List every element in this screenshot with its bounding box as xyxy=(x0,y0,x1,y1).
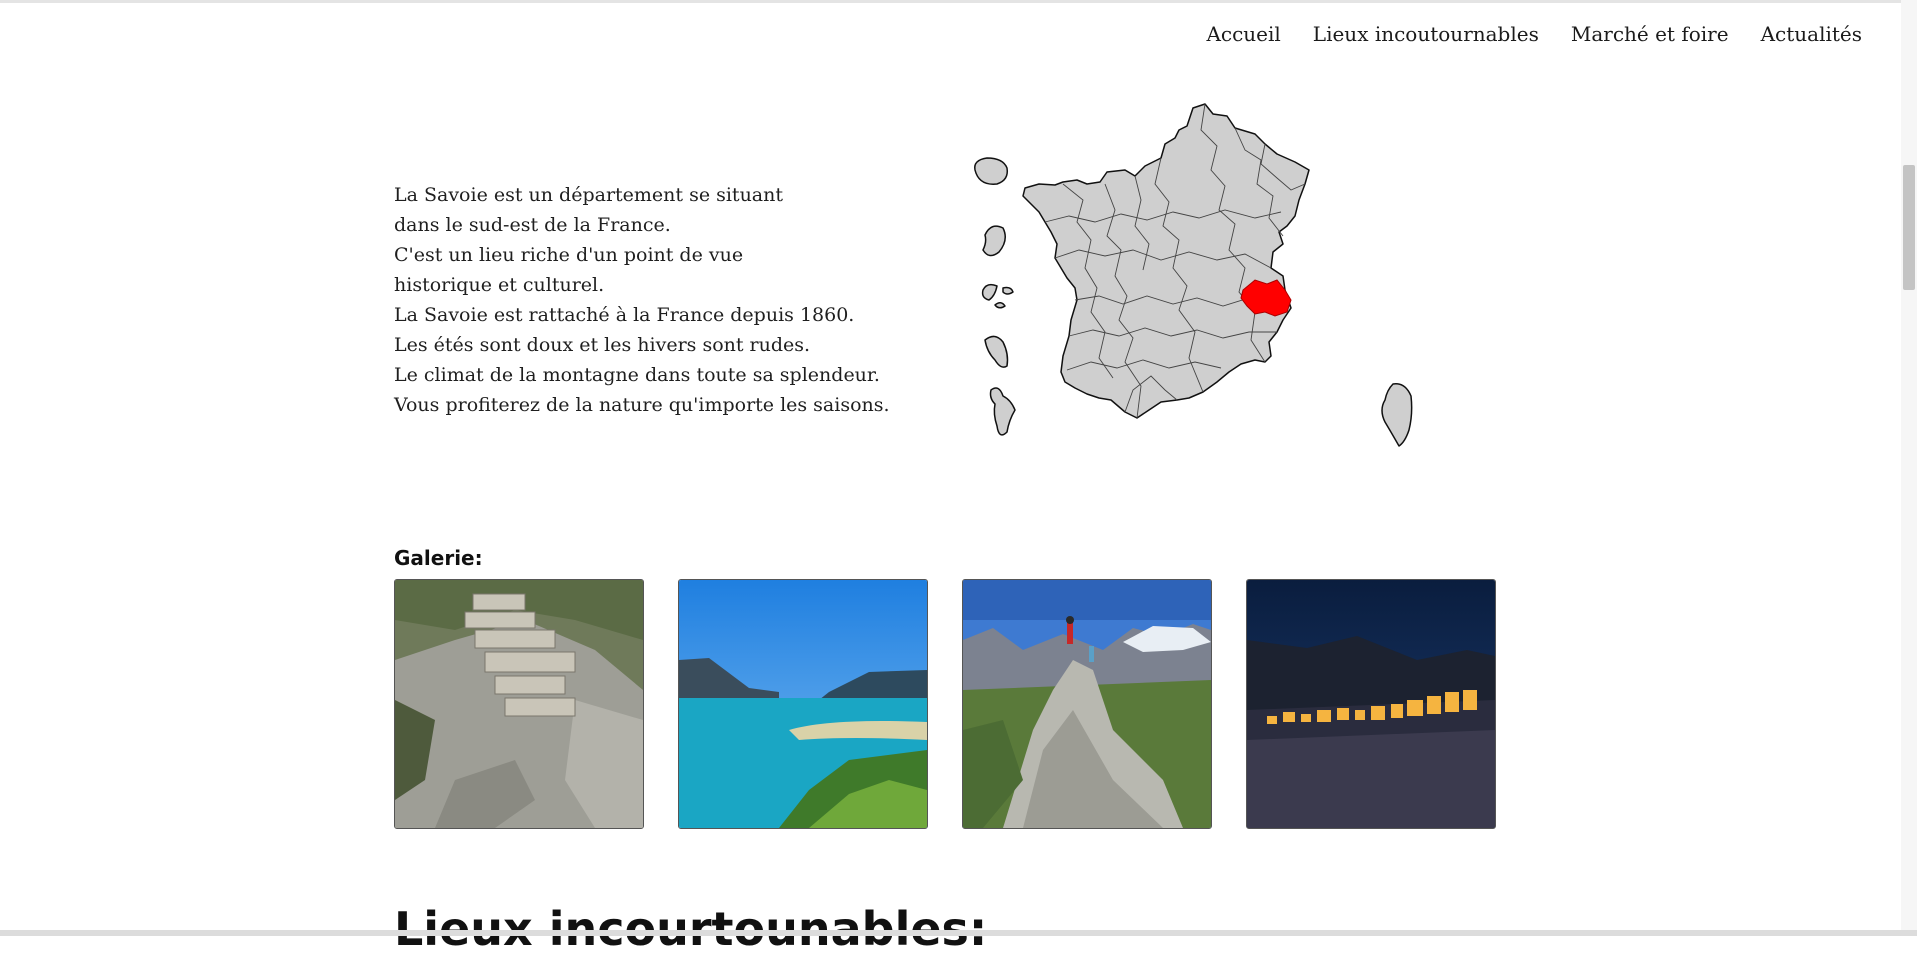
top-border xyxy=(0,0,1917,3)
fortress-photo-icon xyxy=(395,580,643,828)
corsica xyxy=(1381,383,1413,447)
mountain-summit-photo-icon xyxy=(963,580,1211,828)
gallery-image-lake[interactable] xyxy=(678,579,928,829)
gallery-image-ski-resort[interactable] xyxy=(1246,579,1496,829)
france-map-image xyxy=(974,103,1413,447)
overseas-territory-reunion xyxy=(984,335,1009,368)
gallery xyxy=(394,579,1496,829)
overseas-territory-guyane xyxy=(981,283,1014,309)
ski-resort-night-photo-icon xyxy=(1247,580,1495,828)
intro-line: La Savoie est rattaché à la France depui… xyxy=(394,304,855,326)
mainland-france xyxy=(1022,103,1310,419)
main-nav: Accueil Lieux incoutournables Marché et … xyxy=(1206,22,1862,46)
scrollbar-thumb[interactable] xyxy=(1903,165,1915,290)
intro-line: Vous profiterez de la nature qu'importe … xyxy=(394,394,890,416)
intro-line: C'est un lieu riche d'un point de vue xyxy=(394,244,744,266)
gallery-image-fortress[interactable] xyxy=(394,579,644,829)
bottom-bar xyxy=(0,930,1917,936)
intro-line: dans le sud-est de la France. xyxy=(394,214,671,236)
overseas-territory-mayotte xyxy=(989,387,1016,436)
intro-text: La Savoie est un département se situant … xyxy=(394,180,914,420)
gallery-title: Galerie: xyxy=(394,546,483,570)
overseas-territory-martinique xyxy=(982,225,1006,257)
scrollbar[interactable] xyxy=(1901,0,1917,930)
intro-line: La Savoie est un département se situant xyxy=(394,184,784,206)
france-map xyxy=(965,100,1425,450)
nav-accueil[interactable]: Accueil xyxy=(1206,22,1280,46)
section-title-lieux: Lieux incourtounables: xyxy=(394,902,988,956)
lake-photo-icon xyxy=(679,580,927,828)
nav-lieux-incoutournables[interactable]: Lieux incoutournables xyxy=(1313,22,1539,46)
overseas-territory-guadeloupe xyxy=(974,157,1009,185)
intro-line: Le climat de la montagne dans toute sa s… xyxy=(394,364,880,386)
nav-actualites[interactable]: Actualités xyxy=(1761,22,1862,46)
gallery-image-mountain[interactable] xyxy=(962,579,1212,829)
intro-line: Les étés sont doux et les hivers sont ru… xyxy=(394,334,811,356)
intro-line: historique et culturel. xyxy=(394,274,605,296)
nav-marche-et-foire[interactable]: Marché et foire xyxy=(1571,22,1729,46)
